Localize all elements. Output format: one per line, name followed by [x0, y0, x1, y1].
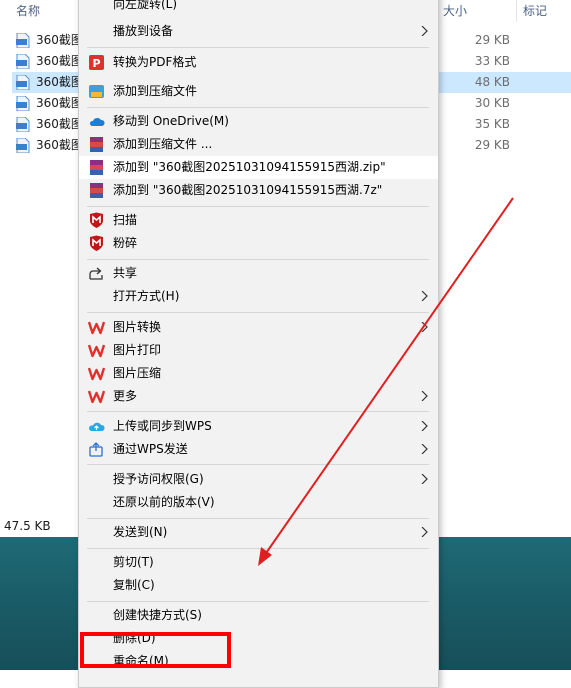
annotation-arrow [258, 197, 514, 566]
